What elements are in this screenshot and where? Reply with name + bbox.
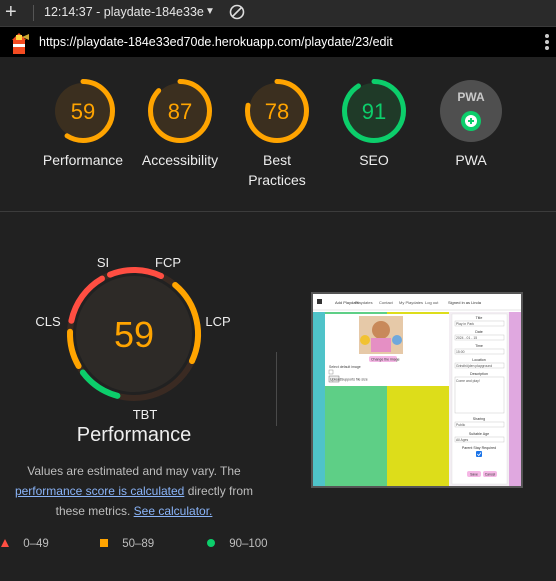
gauge-ring: 59 <box>51 79 115 143</box>
shot-label-time: Time <box>475 344 483 348</box>
shot-nav-item: My Playdates <box>399 300 423 305</box>
gauge-ring: 78 <box>245 79 309 143</box>
gauge-label: SEO <box>359 152 389 168</box>
metric-label-tbt: TBT <box>133 407 158 422</box>
shot-upload-button: Upload <box>330 378 341 382</box>
circle-icon <box>207 539 215 547</box>
note-text-2: directly from <box>187 484 254 498</box>
category-gauge[interactable]: PWA PWA <box>421 78 521 170</box>
gauge-label: PWA <box>455 152 487 168</box>
shot-save-button: Save <box>470 473 478 477</box>
shot-nav-item: Playdates <box>355 300 373 305</box>
category-gauge[interactable]: 91 SEO <box>324 78 424 170</box>
legend-average: 50–89 <box>99 538 154 550</box>
gauge-score: 91 <box>362 99 386 124</box>
add-icon[interactable]: + <box>5 2 17 22</box>
square-icon <box>100 539 108 547</box>
metric-label-fcp: FCP <box>155 255 181 270</box>
shot-left-label: Select default image <box>329 365 361 369</box>
calculator-link[interactable]: See calculator. <box>134 504 213 518</box>
shot-nav-item: Contact <box>379 300 394 305</box>
shot-label-location: Location <box>472 358 486 362</box>
shot-upload-text: Supports file size <box>341 378 368 382</box>
shot-time-value: 15:00 <box>456 350 465 354</box>
final-screenshot[interactable]: Add Playdate Playdates Contact My Playda… <box>311 292 523 488</box>
shot-label-description: Description <box>470 372 488 376</box>
category-gauge[interactable]: 87 Accessibility <box>130 78 230 170</box>
chevron-down-icon[interactable]: ▼ <box>205 6 215 17</box>
shot-label-parent: Parent Stay Required <box>462 446 496 450</box>
gauge-score: 87 <box>168 99 192 124</box>
gauge-ring: 87 <box>148 79 212 143</box>
legend-average-label: 50–89 <box>122 538 155 550</box>
toolbar-divider <box>33 5 34 21</box>
logo-icon <box>317 299 322 304</box>
section-divider <box>0 211 556 212</box>
clear-icon[interactable] <box>229 4 245 25</box>
score-note: Values are estimated and may vary. The p… <box>6 461 262 521</box>
gauge-label: Best Practices <box>248 152 306 188</box>
shot-nav-item: Signed in as Linda <box>448 300 482 305</box>
metric-label-si: SI <box>97 255 109 270</box>
gauge-ring: PWA <box>440 80 502 142</box>
vertical-divider <box>276 352 277 426</box>
shot-age-value: All Ages <box>456 438 469 442</box>
note-text-1: Values are estimated and may vary. The <box>27 464 241 478</box>
triangle-icon <box>1 539 9 547</box>
shot-change-image-button: Change the image <box>371 358 400 362</box>
shot-sharing-value: Public <box>456 423 466 427</box>
shot-description-value: Come and play! <box>456 379 480 383</box>
metric-label-cls: CLS <box>35 314 61 329</box>
shot-label-sharing: Sharing <box>473 417 485 421</box>
legend-pass: 90–100 <box>206 538 268 550</box>
gauge-score: 59 <box>71 99 95 124</box>
category-gauge[interactable]: 59 Performance <box>33 78 133 170</box>
note-text-3: these metrics. <box>55 504 131 518</box>
metric-label-lcp: LCP <box>205 314 230 329</box>
gauge-label: Performance <box>42 152 124 168</box>
legend-fail: 0–49 <box>0 538 49 550</box>
legend-fail-label: 0–49 <box>23 538 49 550</box>
url-bar: https://playdate-184e33ed70de.herokuapp.… <box>0 27 556 57</box>
shot-date-value: 2024 - 01 - 15 <box>456 336 477 340</box>
report-selector[interactable]: 12:14:37 - playdate-184e33e <box>44 5 204 19</box>
lighthouse-icon <box>9 30 29 59</box>
gauge-label: Accessibility <box>141 152 219 168</box>
shot-label-date: Date <box>475 330 483 334</box>
gauge-score: 78 <box>265 99 289 124</box>
more-icon[interactable] <box>544 33 550 56</box>
shot-location-value: Grindhöjden playground <box>456 364 492 368</box>
performance-score-large: 59 <box>114 314 154 355</box>
pwa-badge-text: PWA <box>457 90 485 104</box>
category-gauge[interactable]: 78 Best Practices <box>227 78 327 190</box>
shot-label-age: Suitable Age <box>469 432 489 436</box>
performance-gauge-large: 59 SI FCP LCP TBT CLS <box>35 255 230 422</box>
performance-score-link[interactable]: performance score is calculated <box>15 484 184 498</box>
legend-pass-label: 90–100 <box>229 538 268 550</box>
shot-nav-item: Log out <box>425 300 439 305</box>
performance-title: Performance <box>76 424 192 446</box>
gauge-ring: 91 <box>342 79 406 143</box>
devtools-toolbar: + 12:14:37 - playdate-184e33e ▼ <box>0 0 556 27</box>
shot-label-title: Title <box>476 316 483 320</box>
page-url: https://playdate-184e33ed70de.herokuapp.… <box>39 35 393 49</box>
shot-title-value: Play in Park <box>456 322 474 326</box>
shot-cancel-button: Cancel <box>485 473 496 477</box>
